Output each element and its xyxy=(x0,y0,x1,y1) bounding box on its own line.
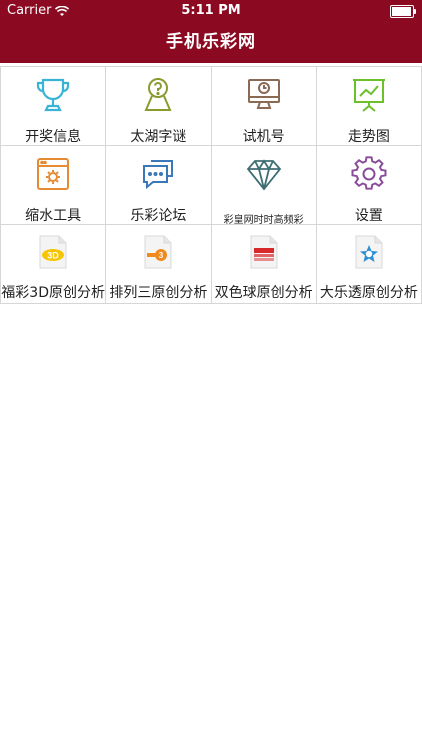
grid-item-label: 排列三原创分析 xyxy=(109,285,208,301)
grid-item-label: 走势图 xyxy=(347,129,390,145)
grid-item-settings[interactable]: 设置 xyxy=(316,146,422,225)
battery-icon xyxy=(390,5,416,18)
fc3d-doc-icon: 3D xyxy=(37,234,69,270)
grid-item-label: 太湖字谜 xyxy=(130,129,187,145)
grid-item-label: 缩水工具 xyxy=(25,208,82,224)
menu-grid: 开奖信息 太湖字谜 试机号 走势图 缩水工具 乐彩论坛 彩皇网时时高频彩 设置 … xyxy=(0,66,422,304)
browser-gear-icon xyxy=(33,155,73,193)
chart-board-icon xyxy=(349,76,389,114)
grid-item-caihuang-lottery[interactable]: 彩皇网时时高频彩 xyxy=(211,146,317,226)
status-time: 5:11 PM xyxy=(181,3,241,18)
svg-text:3D: 3D xyxy=(47,251,59,261)
header: Carrier 5:11 PM 手机乐彩网 xyxy=(0,0,422,63)
grid-item-fc3d-analysis[interactable]: 3D 福彩3D原创分析 xyxy=(1,225,107,304)
chat-bubbles-icon xyxy=(138,155,178,193)
grid-item-label: 双色球原创分析 xyxy=(214,285,313,301)
grid-item-dlt-analysis[interactable]: 大乐透原创分析 xyxy=(316,225,422,304)
diamond-icon xyxy=(244,155,284,193)
gear-icon xyxy=(349,155,389,193)
grid-item-test-number[interactable]: 试机号 xyxy=(211,67,317,146)
grid-item-shrink-tool[interactable]: 缩水工具 xyxy=(1,146,107,225)
person-question-icon xyxy=(138,76,178,114)
grid-item-label: 乐彩论坛 xyxy=(130,208,187,224)
ssq-doc-icon xyxy=(248,234,280,270)
grid-item-label: 彩皇网时时高频彩 xyxy=(223,215,304,226)
grid-item-trend-chart[interactable]: 走势图 xyxy=(316,67,422,146)
grid-item-label: 开奖信息 xyxy=(25,129,82,145)
svg-text:3: 3 xyxy=(159,251,164,260)
status-bar: Carrier 5:11 PM xyxy=(0,0,422,22)
trophy-icon xyxy=(33,76,73,114)
grid-item-taihu-riddle[interactable]: 太湖字谜 xyxy=(106,67,212,146)
grid-item-pl3-analysis[interactable]: 3 排列三原创分析 xyxy=(106,225,212,304)
grid-item-forum[interactable]: 乐彩论坛 xyxy=(106,146,212,225)
dlt-doc-icon xyxy=(353,234,385,270)
grid-item-label: 福彩3D原创分析 xyxy=(1,285,105,301)
page-title: 手机乐彩网 xyxy=(166,32,256,52)
grid-item-lottery-results[interactable]: 开奖信息 xyxy=(1,67,107,146)
pl3-doc-icon: 3 xyxy=(142,234,174,270)
grid-item-label: 设置 xyxy=(354,208,383,224)
grid-item-label: 大乐透原创分析 xyxy=(319,285,418,301)
grid-item-ssq-analysis[interactable]: 双色球原创分析 xyxy=(211,225,317,304)
grid-item-label: 试机号 xyxy=(242,129,285,145)
monitor-clock-icon xyxy=(244,76,284,114)
